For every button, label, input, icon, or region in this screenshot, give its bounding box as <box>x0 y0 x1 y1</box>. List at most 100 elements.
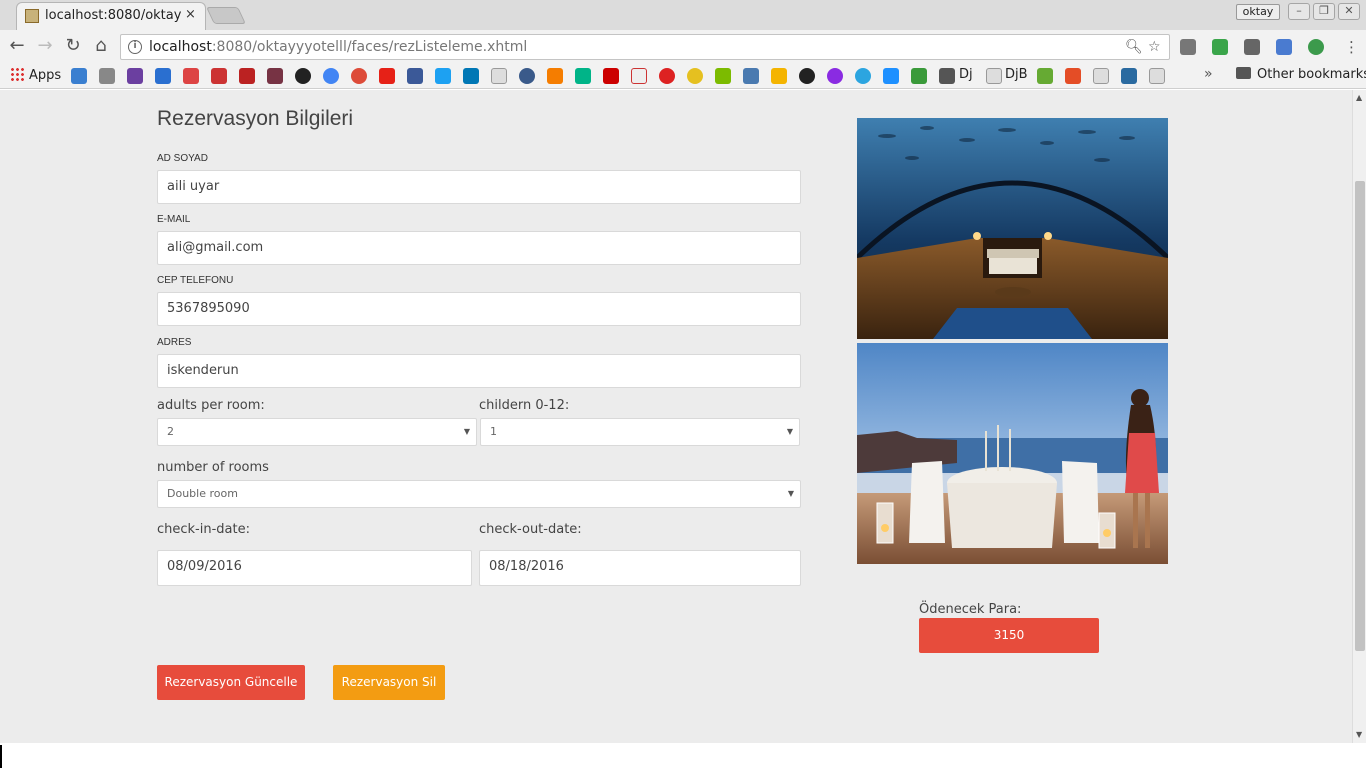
bookmark-djb[interactable]: DjB <box>1005 67 1028 82</box>
payment-label: Ödenecek Para: <box>919 602 1022 617</box>
bookmark-icon[interactable] <box>435 68 451 84</box>
minimize-button[interactable]: – <box>1288 3 1310 20</box>
bookmark-icon[interactable] <box>603 68 619 84</box>
scroll-down-arrow-icon[interactable]: ▼ <box>1356 730 1362 739</box>
children-select[interactable]: 1 ▼ <box>480 418 800 446</box>
scrollbar-thumb[interactable] <box>1355 181 1365 651</box>
update-reservation-button[interactable]: Rezervasyon Güncelle <box>157 665 305 700</box>
checkout-date-field[interactable]: 08/18/2016 <box>479 550 801 586</box>
back-arrow-icon[interactable]: ← <box>6 36 28 58</box>
bookmark-icon[interactable] <box>71 68 87 84</box>
bookmark-icon[interactable] <box>715 68 731 84</box>
page-viewport: Rezervasyon Bilgileri AD SOYAD aili uyar… <box>0 90 1352 743</box>
bookmark-icon[interactable] <box>491 68 507 84</box>
bookmark-icon[interactable] <box>1121 68 1137 84</box>
address-label: ADRES <box>157 337 192 348</box>
info-icon[interactable]: i <box>128 40 142 54</box>
tab-title: localhost:8080/oktayyyo <box>45 8 181 23</box>
bookmark-icon[interactable] <box>267 68 283 84</box>
tab-strip: localhost:8080/oktayyyo × oktay – ❐ ✕ <box>0 0 1366 30</box>
bookmarks-bar: Apps Dj DjB » Other bookmarks <box>0 63 1366 89</box>
children-label: childern 0-12: <box>479 398 570 413</box>
home-icon[interactable]: ⌂ <box>90 36 112 58</box>
url-text[interactable]: localhost:8080/oktayyyotelll/faces/rezLi… <box>149 39 527 55</box>
apps-grid-icon <box>10 67 24 81</box>
checkin-date-field[interactable]: 08/09/2016 <box>157 550 472 586</box>
bookmark-icon[interactable] <box>183 68 199 84</box>
phone-field[interactable]: 5367895090 <box>157 292 801 326</box>
extension-globe-icon[interactable] <box>1308 39 1324 55</box>
close-window-button[interactable]: ✕ <box>1338 3 1360 20</box>
bookmark-icon[interactable] <box>323 68 339 84</box>
browser-tab[interactable]: localhost:8080/oktayyyo × <box>16 2 206 30</box>
zoom-icon[interactable]: 🔍︎ <box>1125 39 1143 55</box>
bookmark-icon[interactable] <box>463 68 479 84</box>
checkin-label: check-in-date: <box>157 522 250 537</box>
terrace-dinner-image <box>857 343 1168 564</box>
bookmark-icon[interactable] <box>1037 68 1053 84</box>
bookmark-apps[interactable]: Apps <box>10 67 61 83</box>
forward-arrow-icon[interactable]: → <box>34 36 56 58</box>
extension-mail-icon[interactable] <box>1244 39 1260 55</box>
restore-button[interactable]: ❐ <box>1313 3 1335 20</box>
new-tab-button[interactable] <box>206 7 246 24</box>
extension-shield-icon[interactable] <box>1212 39 1228 55</box>
checkout-label: check-out-date: <box>479 522 582 537</box>
bookmarks-overflow-icon[interactable]: » <box>1204 66 1213 82</box>
github-icon[interactable] <box>799 68 815 84</box>
bookmark-icon[interactable] <box>379 68 395 84</box>
dropdown-arrow-icon: ▼ <box>787 489 794 498</box>
bookmark-icon[interactable] <box>883 68 899 84</box>
rooms-select[interactable]: Double room ▼ <box>157 480 801 508</box>
page-icon[interactable] <box>1093 68 1109 84</box>
name-label: AD SOYAD <box>157 153 208 164</box>
bookmark-icon[interactable] <box>771 68 787 84</box>
site-favicon-icon <box>25 9 39 23</box>
bookmark-icon[interactable] <box>211 68 227 84</box>
other-bookmarks[interactable]: Other bookmarks <box>1236 67 1366 82</box>
bookmark-icon[interactable] <box>99 68 115 84</box>
delete-reservation-button[interactable]: Rezervasyon Sil <box>333 665 445 700</box>
bookmark-icon[interactable] <box>911 68 927 84</box>
extension-jb-icon[interactable] <box>1180 39 1196 55</box>
bookmark-icon[interactable] <box>575 68 591 84</box>
page-icon[interactable] <box>986 68 1002 84</box>
scroll-up-arrow-icon[interactable]: ▲ <box>1356 93 1362 102</box>
bookmark-icon[interactable] <box>547 68 563 84</box>
book-icon[interactable] <box>939 68 955 84</box>
tab-close-icon[interactable]: × <box>185 7 196 22</box>
bookmark-icon[interactable] <box>407 68 423 84</box>
bookmark-icon[interactable] <box>295 68 311 84</box>
page-scrollbar[interactable]: ▲ ▼ <box>1352 90 1366 743</box>
address-bar[interactable]: i localhost:8080/oktayyyotelll/faces/rez… <box>120 34 1170 60</box>
bookmark-icon[interactable] <box>239 68 255 84</box>
bookmark-icon[interactable] <box>659 68 675 84</box>
underwater-suite-image <box>857 118 1168 339</box>
email-field[interactable]: ali@gmail.com <box>157 231 801 265</box>
bookmark-icon[interactable] <box>127 68 143 84</box>
bookmark-dj[interactable]: Dj <box>959 67 973 82</box>
telegram-icon[interactable] <box>855 68 871 84</box>
adults-select[interactable]: 2 ▼ <box>157 418 477 446</box>
bookmark-star-icon[interactable]: ☆ <box>1148 39 1161 55</box>
browser-toolbar: ← → ↻ ⌂ i localhost:8080/oktayyyotelll/f… <box>0 30 1366 63</box>
reload-icon[interactable]: ↻ <box>62 36 84 58</box>
children-select-value: 1 <box>490 425 497 438</box>
folder-icon <box>1236 67 1251 79</box>
browser-menu-icon[interactable]: ⋮ <box>1344 38 1359 56</box>
bookmark-icon[interactable] <box>687 68 703 84</box>
bookmark-icon[interactable] <box>743 68 759 84</box>
email-label: E-MAIL <box>157 214 191 225</box>
bookmark-icon[interactable] <box>827 68 843 84</box>
bookmark-icon[interactable] <box>1065 68 1081 84</box>
dropdown-arrow-icon: ▼ <box>463 427 470 436</box>
profile-button[interactable]: oktay <box>1236 4 1280 20</box>
bookmark-icon[interactable] <box>351 68 367 84</box>
extension-cube-icon[interactable] <box>1276 39 1292 55</box>
address-field[interactable]: iskenderun <box>157 354 801 388</box>
page-icon[interactable] <box>1149 68 1165 84</box>
bookmark-icon[interactable] <box>155 68 171 84</box>
name-field[interactable]: aili uyar <box>157 170 801 204</box>
bookmark-icon[interactable] <box>519 68 535 84</box>
bookmark-icon[interactable] <box>631 68 647 84</box>
